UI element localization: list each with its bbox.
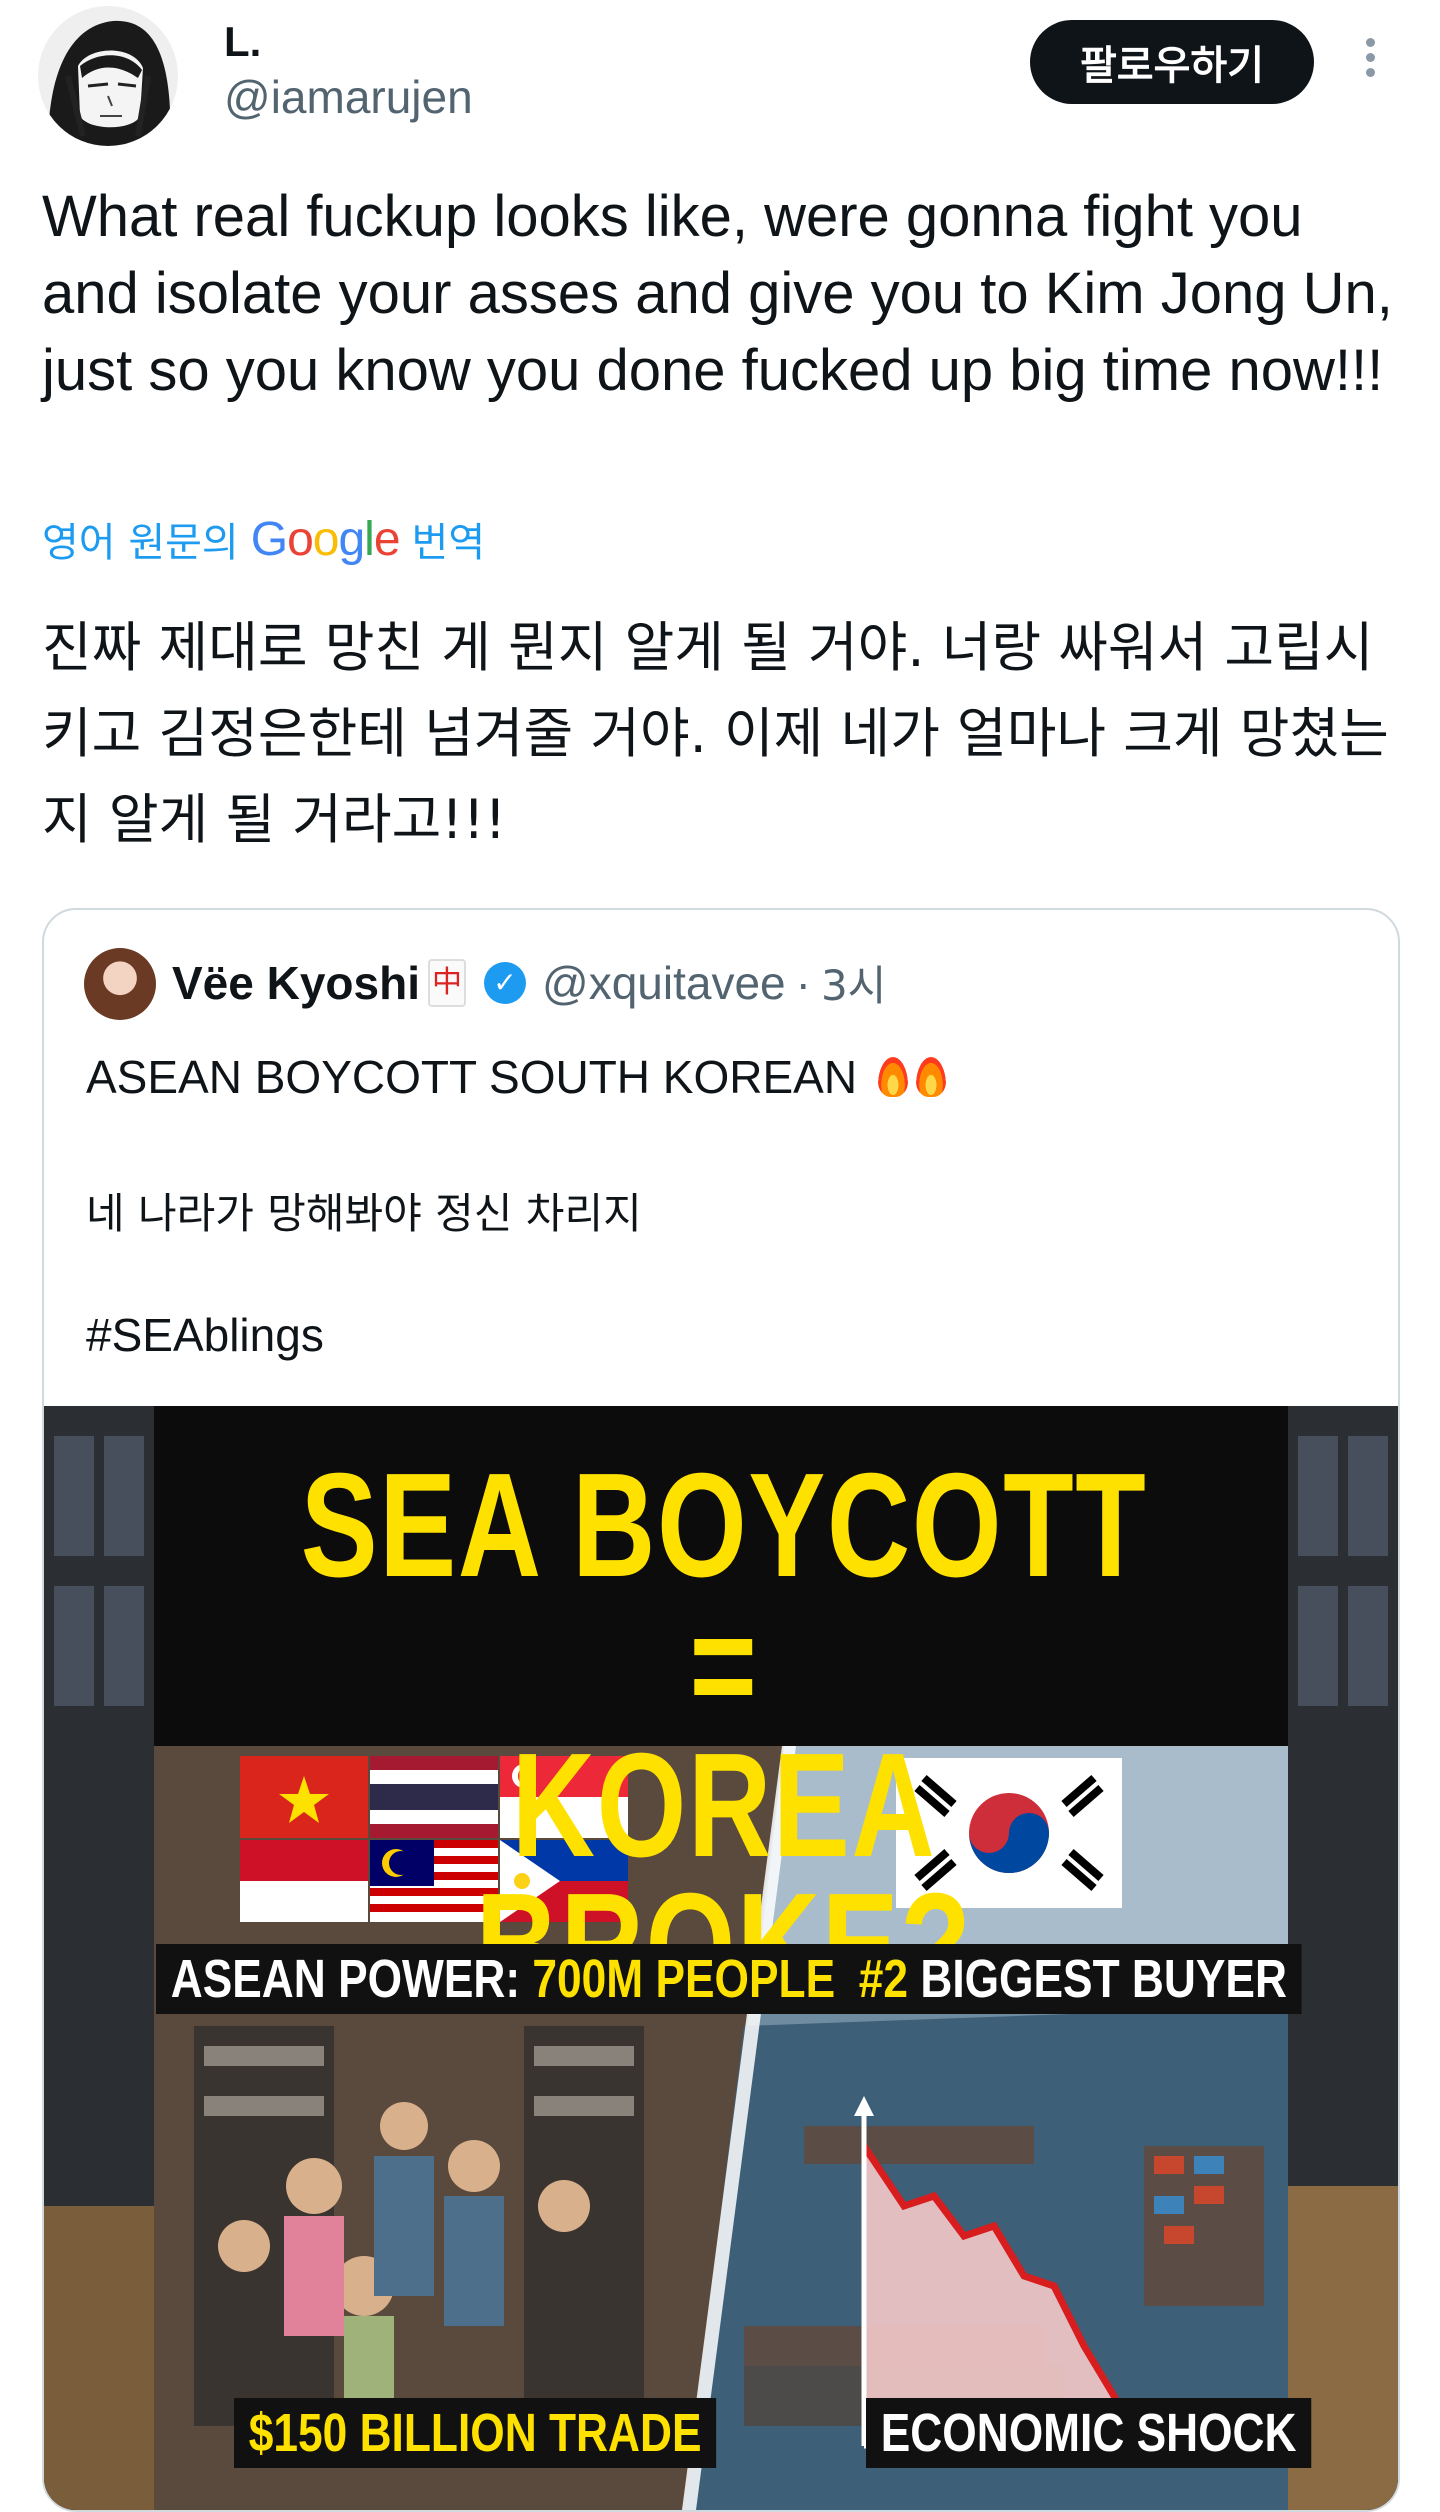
separator-dot: · xyxy=(795,956,811,1009)
quoted-text-line1: ASEAN BOYCOTT SOUTH KOREAN xyxy=(86,1050,1366,1104)
tweet-text: What real fuckup looks like, were gonna … xyxy=(42,184,1393,403)
translation-attribution[interactable]: 영어 원문의 Google 번역 xyxy=(42,510,485,568)
economic-shock-label: ECONOMIC SHOCK xyxy=(866,2398,1312,2468)
buyer-rank: #2 xyxy=(858,1949,909,2009)
quoted-tweet-card[interactable]: Vëe Kyoshi 中 ✓ @xquitavee · 3시 ASEAN BOY… xyxy=(42,908,1400,2512)
asean-power-label: ASEAN POWER: 700M PEOPLE xyxy=(156,1944,850,2014)
quoted-tweet-time[interactable]: 3시 xyxy=(821,952,886,1013)
translate-prefix: 영어 원문의 xyxy=(42,520,239,566)
shock-label-text: ECONOMIC SHOCK xyxy=(880,2403,1297,2463)
thumbnail-headline: SEA BOYCOTT = KOREA BROKE? xyxy=(295,1443,1153,2020)
mahjong-tile-icon: 中 xyxy=(428,958,466,1007)
translate-suffix: 번역 xyxy=(411,520,486,566)
translated-text: 진짜 제대로 망친 게 뭔지 알게 될 거야. 너랑 싸워서 고립시키고 김정은… xyxy=(42,616,1389,851)
quoted-text-line2: 네 나라가 망해봐야 정신 차리지 xyxy=(86,1189,642,1238)
asean-label-value: 700M PEOPLE xyxy=(532,1949,836,2009)
follow-button[interactable]: 팔로우하기 xyxy=(1030,20,1314,104)
quoted-media-image[interactable]: SEA BOYCOTT = KOREA BROKE? ASEAN POWER: … xyxy=(44,1406,1398,2510)
quoted-author-name[interactable]: Vëe Kyoshi xyxy=(172,956,420,1010)
trade-label-text: $150 BILLION TRADE xyxy=(248,2403,702,2463)
quoted-text-line1-content: ASEAN BOYCOTT SOUTH KOREAN xyxy=(86,1051,858,1103)
verified-badge-icon: ✓ xyxy=(484,961,526,1004)
fire-icon xyxy=(877,1057,908,1097)
asean-label-prefix: ASEAN POWER: xyxy=(170,1949,521,2009)
buyer-text: BIGGEST BUYER xyxy=(920,1949,1287,2009)
headline-line1: SEA BOYCOTT = xyxy=(300,1443,1148,1748)
fire-icon xyxy=(915,1057,946,1097)
author-name[interactable]: L. xyxy=(224,18,261,66)
author-handle[interactable]: @iamarujen xyxy=(224,70,473,124)
author-avatar[interactable] xyxy=(38,6,178,146)
hashtag-link[interactable]: #SEAblings xyxy=(86,1308,1366,1362)
google-logo: Google xyxy=(250,512,401,566)
quoted-author-avatar[interactable] xyxy=(84,948,156,1020)
biggest-buyer-label: #2 BIGGEST BUYER xyxy=(844,1944,1302,2014)
trade-label: $150 BILLION TRADE xyxy=(234,2398,717,2468)
quoted-author-handle[interactable]: @xquitavee xyxy=(542,956,786,1010)
quoted-tweet-header: Vëe Kyoshi 中 ✓ @xquitavee · 3시 xyxy=(172,952,886,1013)
more-vertical-icon[interactable] xyxy=(1352,32,1388,92)
